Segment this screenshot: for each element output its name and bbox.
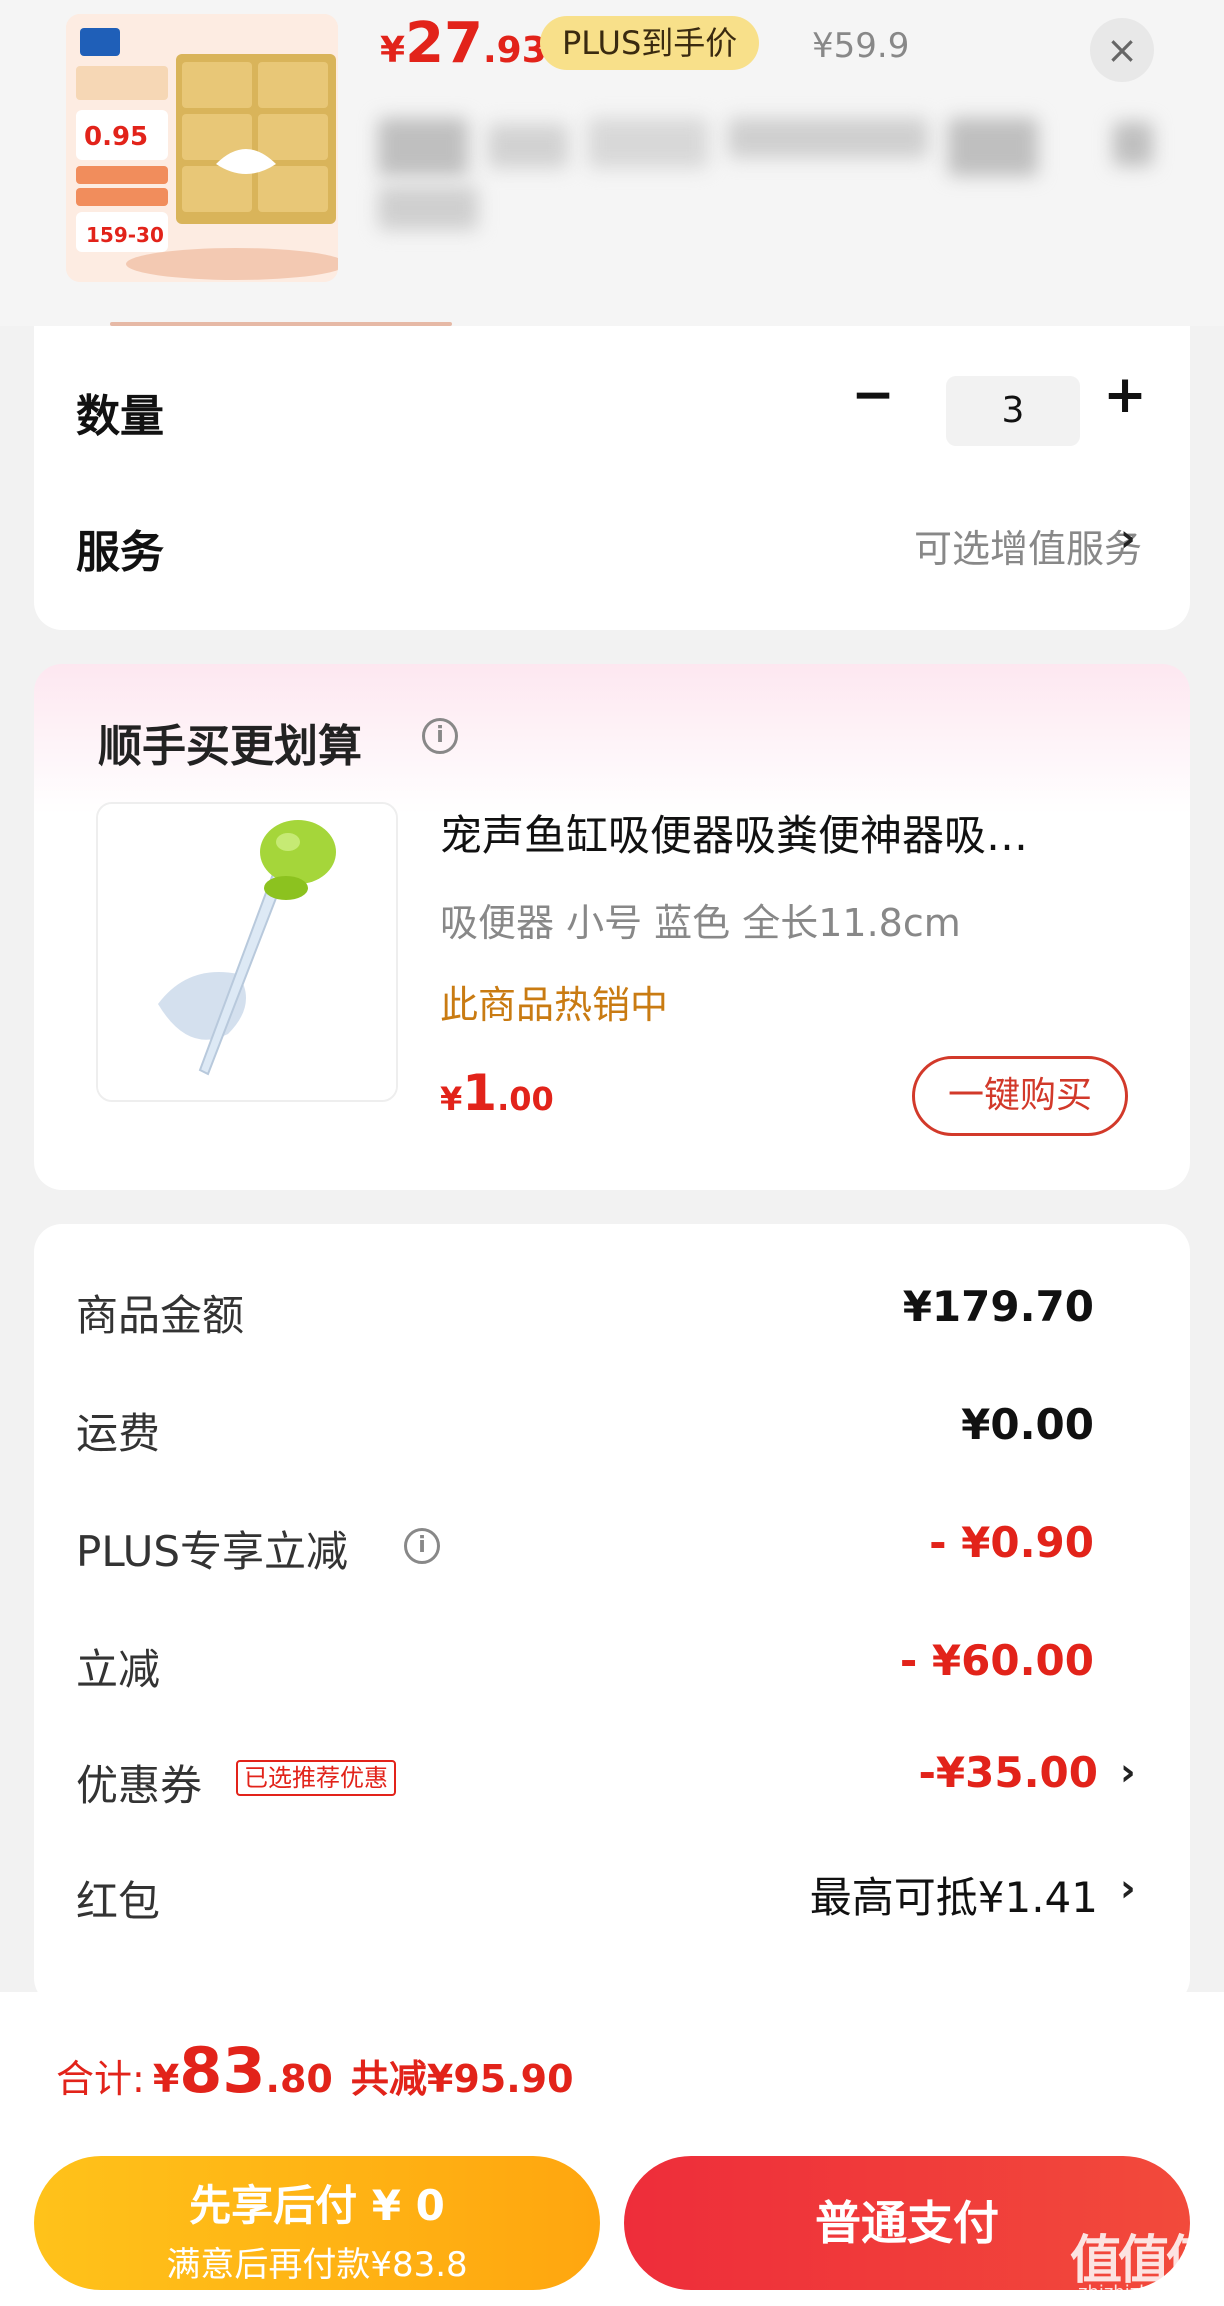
svg-text:0.95: 0.95 [84,122,148,152]
product-price: ¥ 27 .93 [380,14,547,74]
plus-info-icon[interactable]: i [404,1528,440,1564]
total-label: 合计: [56,2057,145,2101]
total-integer: 83 [179,2034,266,2107]
addon-price-integer: 1 [462,1064,498,1122]
quantity-minus-button[interactable]: − [846,369,900,424]
coupon-chevron-icon[interactable]: › [1120,1750,1136,1794]
plus-price-badge: PLUS到手价 [540,16,760,70]
order-options-card [34,326,1190,630]
plus-discount-value: - ¥0.90 [929,1518,1094,1567]
chevron-right-icon[interactable]: › [1120,516,1136,560]
red-packet-label: 红包 [76,1877,161,1926]
instant-discount-value: - ¥60.00 [899,1636,1094,1685]
coupon-recommended-tag: 已选推荐优惠 [236,1760,396,1796]
one-click-buy-button[interactable]: 一键购买 [912,1056,1128,1136]
addon-deal-title: 顺手买更划算 [98,721,362,772]
price-decimal: .93 [483,30,547,71]
quantity-plus-button[interactable]: + [1098,369,1152,424]
red-packet-chevron-icon[interactable]: › [1120,1866,1136,1910]
addon-price-currency: ¥ [440,1080,463,1118]
pipette-image [98,804,396,1100]
plus-discount-label: PLUS专享立减 [76,1527,349,1576]
addon-price-decimal: .00 [497,1080,554,1118]
addon-product-spec: 吸便器 小号 蓝色 全长11.8cm [440,901,961,945]
price-currency: ¥ [380,30,406,71]
close-icon[interactable]: × [1090,18,1154,82]
red-packet-value[interactable]: 最高可抵¥1.41 [810,1864,1098,1925]
blurred-product-title [378,118,1158,230]
goods-amount-label: 商品金额 [76,1291,245,1340]
instant-discount-label: 立减 [76,1645,161,1694]
pay-later-subtitle: 满意后再付款¥83.8 [166,2245,468,2285]
value-added-service-link[interactable]: 可选增值服务 [914,518,1142,573]
addon-product-name[interactable]: 宠声鱼缸吸便器吸粪便神器吸… [440,802,1140,863]
addon-product-price: ¥ 1 .00 [440,1064,554,1122]
order-total: 合计: ¥ 83 .80 共减¥95.90 [56,2034,574,2107]
original-price: ¥59.9 [812,26,910,66]
svg-text:159-30: 159-30 [86,223,164,247]
tissue-product-image: 0.95 159-30 [66,14,338,282]
pay-later-button[interactable]: 先享后付 ¥ 0 满意后再付款¥83.8 [34,2156,600,2290]
product-summary-header: 0.95 159-30 ¥ 27 .93 PLUS到手价 ¥59.9 × [0,0,1224,326]
shipping-label: 运费 [76,1409,161,1458]
hot-selling-label: 此商品热销中 [440,983,669,1027]
info-icon[interactable]: i [422,718,458,754]
quantity-label: 数量 [76,391,164,442]
goods-amount-value: ¥179.70 [902,1282,1094,1331]
service-label: 服务 [76,527,164,578]
coupon-label: 优惠券 [76,1761,203,1810]
total-currency: ¥ [152,2057,180,2101]
total-saved: 共减¥95.90 [350,2057,574,2101]
pay-later-title: 先享后付 ¥ 0 [189,2181,445,2230]
product-thumbnail: 0.95 159-30 [66,14,338,282]
total-decimal: .80 [265,2057,333,2101]
watermark-site: zhizhizhi.com [1078,2282,1200,2303]
price-integer: 27 [405,11,483,76]
addon-product-image[interactable] [96,802,398,1102]
coupon-value[interactable]: -¥35.00 [918,1748,1098,1797]
shipping-value: ¥0.00 [961,1400,1094,1449]
quantity-input[interactable]: 3 [946,376,1080,446]
